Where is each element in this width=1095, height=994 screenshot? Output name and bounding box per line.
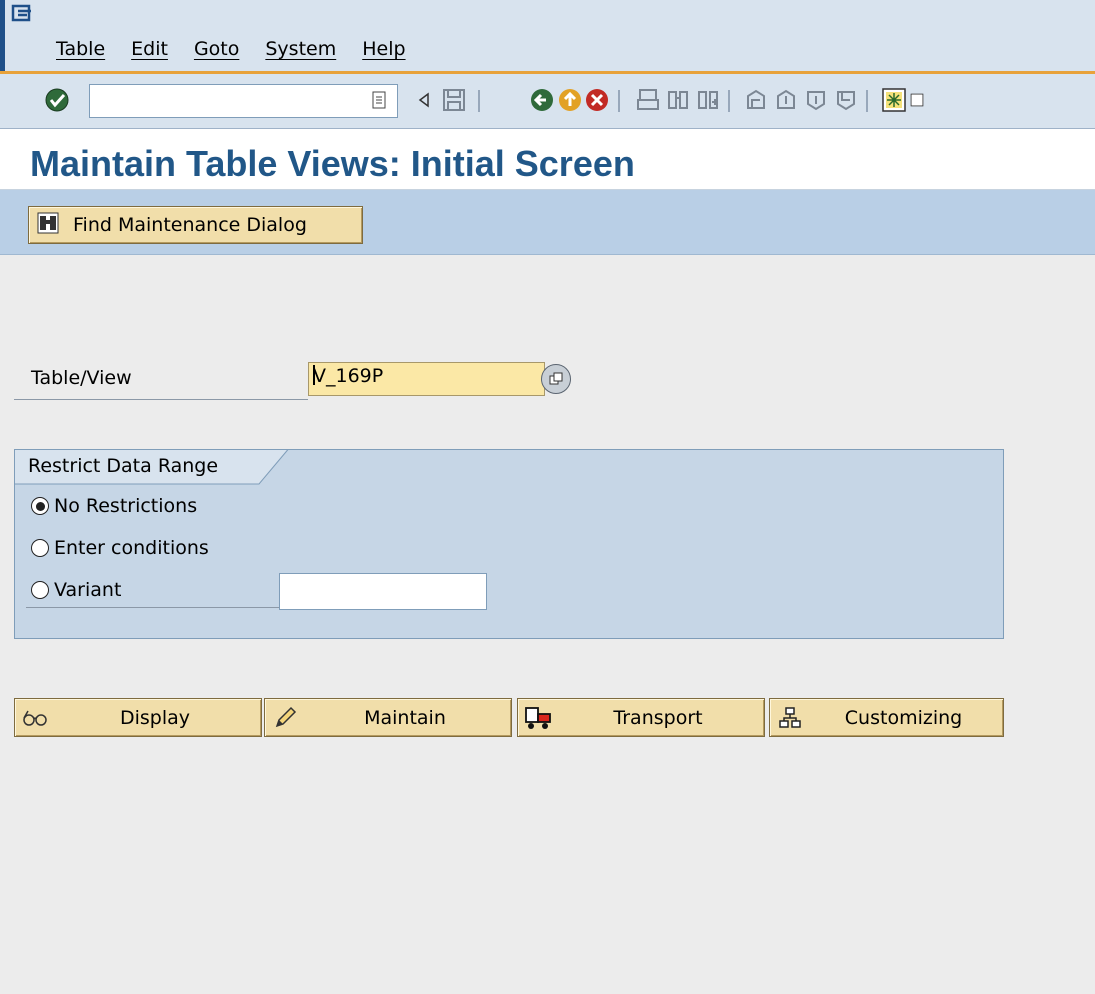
radio-unselected-icon[interactable] [31,581,49,599]
title-bar: Maintain Table Views: Initial Screen [0,129,1095,190]
toolbar-separator [618,90,620,112]
maintain-button[interactable]: Maintain [264,698,512,737]
radio-label: No Restrictions [54,495,198,517]
table-view-value: V_169P [313,365,384,387]
table-view-label: Table/View [31,367,132,389]
menu-bar: Table Edit Goto System Help [56,38,406,60]
first-page-icon[interactable] [742,86,770,114]
next-page-icon[interactable] [802,86,830,114]
variant-input[interactable] [279,573,487,610]
display-label: Display [119,707,191,729]
customizing-button[interactable]: Customizing [769,698,1004,737]
menu-goto[interactable]: Goto [194,38,239,60]
label-underline [14,399,308,400]
find-maintenance-dialog-button[interactable]: Find Maintenance Dialog [28,206,363,244]
radio-enter-conditions[interactable]: Enter conditions [31,537,209,559]
command-dropdown-icon[interactable] [367,86,391,114]
maintain-label: Maintain [364,707,446,729]
menu-table[interactable]: Table [56,38,105,60]
menu-area [0,0,1095,72]
radio-unselected-icon[interactable] [31,539,49,557]
toolbar-separator [728,90,730,112]
binoculars-icon [37,212,59,239]
radio-no-restrictions[interactable]: No Restrictions [31,495,197,517]
exit-icon[interactable] [556,86,584,114]
hierarchy-icon [776,704,804,732]
find-maintenance-dialog-label: Find Maintenance Dialog [73,214,307,236]
toolbar-separator [866,90,868,112]
label-underline [26,607,279,608]
radio-selected-icon[interactable] [31,497,49,515]
find-next-icon[interactable] [694,86,722,114]
toolbar-separator [478,90,480,112]
command-field[interactable] [89,84,398,118]
menu-system[interactable]: System [265,38,336,60]
standard-toolbar [0,74,1095,129]
system-menu-icon[interactable] [11,4,37,26]
pencil-icon [271,704,299,732]
group-title: Restrict Data Range [28,455,219,477]
previous-page-icon[interactable] [772,86,800,114]
save-icon[interactable] [440,86,468,114]
create-session-icon[interactable] [880,86,908,114]
find-icon[interactable] [664,86,692,114]
radio-variant[interactable]: Variant [31,579,121,601]
cancel-icon[interactable] [583,86,611,114]
glasses-icon [21,704,49,732]
transport-button[interactable]: Transport [517,698,765,737]
radio-label: Enter conditions [54,537,209,559]
back-icon[interactable] [528,86,556,114]
display-button[interactable]: Display [14,698,262,737]
value-help-icon[interactable] [541,364,571,394]
generate-shortcut-icon[interactable] [910,86,924,114]
page-title: Maintain Table Views: Initial Screen [30,143,635,184]
radio-label: Variant [54,579,122,601]
customizing-label: Customizing [844,707,963,729]
table-view-input[interactable]: V_169P [308,362,545,396]
menu-edit[interactable]: Edit [131,38,168,60]
transport-label: Transport [613,707,703,729]
menu-help[interactable]: Help [362,38,405,60]
truck-icon [524,704,552,732]
back-arrow-icon[interactable] [410,86,438,114]
print-icon[interactable] [634,86,662,114]
last-page-icon[interactable] [832,86,860,114]
enter-icon[interactable] [43,86,71,114]
